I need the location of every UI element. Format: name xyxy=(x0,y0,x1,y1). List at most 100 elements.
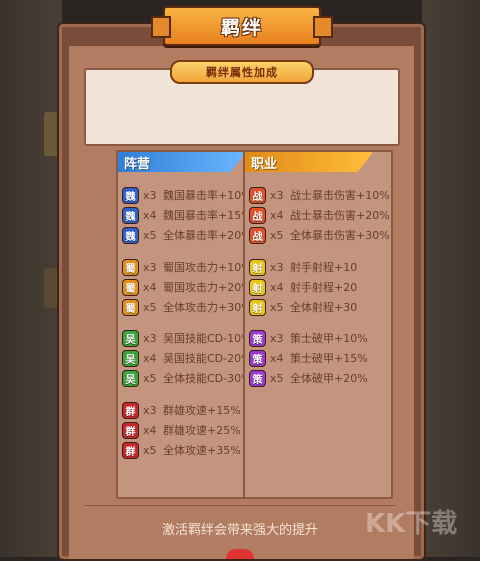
faction-bond-row: 蜀 x4 蜀国攻击力+20% xyxy=(122,277,252,297)
class-badge-icon: 策 xyxy=(249,369,266,387)
bond-bonus-label: 羁绊属性加成 xyxy=(206,66,278,79)
faction-group: 蜀 x3 蜀国攻击力+10% 蜀 x4 蜀国攻击力+20% 蜀 x5 全体攻击力+30% xyxy=(122,257,252,317)
faction-badge-icon: 吴 xyxy=(122,369,139,387)
bond-count: x3 xyxy=(270,188,284,202)
bond-count: x5 xyxy=(143,300,157,314)
class-group: 战 x3 战士暴击伤害+10% 战 x4 战士暴击伤害+20% 战 x5 全体暴击伤害+30% xyxy=(249,185,390,245)
faction-badge-icon: 群 xyxy=(122,401,139,419)
class-bond-row: 战 x5 全体暴击伤害+30% xyxy=(249,225,390,245)
bond-count: x5 xyxy=(270,300,284,314)
faction-bond-row: 蜀 x3 蜀国攻击力+10% xyxy=(122,257,252,277)
class-bond-row: 策 x5 全体破甲+20% xyxy=(249,368,368,388)
faction-badge-icon: 魏 xyxy=(122,226,139,244)
faction-badge-icon: 蜀 xyxy=(122,278,139,296)
faction-bond-row: 吴 x4 吴国技能CD-20% xyxy=(122,348,252,368)
bond-effect: 全体射程+30 xyxy=(290,301,358,314)
class-badge-icon: 战 xyxy=(249,206,266,224)
class-bond-row: 战 x4 战士暴击伤害+20% xyxy=(249,205,390,225)
bond-effect: 策士破甲+10% xyxy=(290,332,368,345)
faction-badge-icon: 蜀 xyxy=(122,258,139,276)
bond-count: x5 xyxy=(143,228,157,242)
faction-bond-row: 魏 x3 魏国暴击率+10% xyxy=(122,185,252,205)
bond-effect: 蜀国攻击力+20% xyxy=(163,281,252,294)
bond-effect: 战士暴击伤害+10% xyxy=(290,189,390,202)
bond-effect: 蜀国攻击力+10% xyxy=(163,261,252,274)
faction-bond-row: 魏 x5 全体暴击率+20% xyxy=(122,225,252,245)
faction-bond-row: 群 x4 群雄攻速+25% xyxy=(122,420,241,440)
class-bond-row: 射 x3 射手射程+10 xyxy=(249,257,357,277)
faction-badge-icon: 魏 xyxy=(122,206,139,224)
title-banner: 羁绊 xyxy=(151,6,333,46)
class-badge-icon: 射 xyxy=(249,258,266,276)
faction-bond-row: 蜀 x5 全体攻击力+30% xyxy=(122,297,252,317)
bond-effect: 全体技能CD-30% xyxy=(163,372,252,385)
bond-count: x4 xyxy=(143,423,157,437)
bond-effect: 全体攻击力+30% xyxy=(163,301,252,314)
class-badge-icon: 射 xyxy=(249,298,266,316)
footer: 激活羁绊会带来强大的提升 xyxy=(84,508,396,548)
faction-bond-row: 吴 x5 全体技能CD-30% xyxy=(122,368,252,388)
bond-count: x3 xyxy=(270,260,284,274)
class-bond-row: 射 x5 全体射程+30 xyxy=(249,297,357,317)
bond-count: x4 xyxy=(270,351,284,365)
bond-effect: 全体破甲+20% xyxy=(290,372,368,385)
bond-count: x3 xyxy=(143,260,157,274)
bond-count: x5 xyxy=(270,228,284,242)
faction-group: 魏 x3 魏国暴击率+10% 魏 x4 魏国暴击率+15% 魏 x5 全体暴击率+20% xyxy=(122,185,252,245)
bond-effect: 全体攻速+35% xyxy=(163,444,241,457)
faction-group: 吴 x3 吴国技能CD-10% 吴 x4 吴国技能CD-20% 吴 x5 全体技能CD-30% xyxy=(122,328,252,388)
bond-effect: 魏国暴击率+10% xyxy=(163,189,252,202)
faction-badge-icon: 蜀 xyxy=(122,298,139,316)
bond-count: x4 xyxy=(143,280,157,294)
class-bond-row: 战 x3 战士暴击伤害+10% xyxy=(249,185,390,205)
faction-badge-icon: 群 xyxy=(122,421,139,439)
bond-count: x4 xyxy=(143,208,157,222)
bond-effect: 吴国技能CD-10% xyxy=(163,332,252,345)
bond-effect: 吴国技能CD-20% xyxy=(163,352,252,365)
faction-bond-row: 吴 x3 吴国技能CD-10% xyxy=(122,328,252,348)
faction-bond-row: 群 x5 全体攻速+35% xyxy=(122,440,241,460)
watermark: KK下载 xyxy=(365,509,458,539)
class-group: 射 x3 射手射程+10 射 x4 射手射程+20 射 x5 全体射程+30 xyxy=(249,257,357,317)
bond-count: x3 xyxy=(143,403,157,417)
bond-effect: 全体暴击率+20% xyxy=(163,229,252,242)
class-bond-row: 策 x4 策士破甲+15% xyxy=(249,348,368,368)
faction-panel-title: 阵营 xyxy=(124,156,151,172)
bond-count: x5 xyxy=(143,371,157,385)
bond-count: x5 xyxy=(143,443,157,457)
bond-effect: 魏国暴击率+15% xyxy=(163,209,252,222)
class-badge-icon: 战 xyxy=(249,186,266,204)
faction-bond-row: 群 x3 群雄攻速+15% xyxy=(122,400,241,420)
bond-count: x4 xyxy=(143,351,157,365)
class-badge-icon: 策 xyxy=(249,329,266,347)
bond-count: x3 xyxy=(143,331,157,345)
class-panel-title: 职业 xyxy=(251,156,278,172)
class-badge-icon: 策 xyxy=(249,349,266,367)
class-bond-row: 射 x4 射手射程+20 xyxy=(249,277,357,297)
bond-effect: 射手射程+10 xyxy=(290,261,358,274)
class-group: 策 x3 策士破甲+10% 策 x4 策士破甲+15% 策 x5 全体破甲+20% xyxy=(249,328,368,388)
faction-badge-icon: 吴 xyxy=(122,349,139,367)
bottom-close-button[interactable] xyxy=(226,549,254,559)
bond-count: x3 xyxy=(270,331,284,345)
bond-count: x4 xyxy=(270,280,284,294)
background-right xyxy=(422,0,480,557)
class-bond-row: 策 x3 策士破甲+10% xyxy=(249,328,368,348)
bond-effect: 战士暴击伤害+20% xyxy=(290,209,390,222)
page-title: 羁绊 xyxy=(220,16,263,39)
bond-effect: 全体暴击伤害+30% xyxy=(290,229,390,242)
bond-count: x4 xyxy=(270,208,284,222)
bond-count: x5 xyxy=(270,371,284,385)
bond-effect: 射手射程+20 xyxy=(290,281,358,294)
bond-bonus-tag: 羁绊属性加成 xyxy=(170,60,314,84)
faction-badge-icon: 魏 xyxy=(122,186,139,204)
faction-panel-header: 阵营 xyxy=(118,152,246,172)
faction-badge-icon: 吴 xyxy=(122,329,139,347)
faction-bond-row: 魏 x4 魏国暴击率+15% xyxy=(122,205,252,225)
bond-effect: 群雄攻速+25% xyxy=(163,424,241,437)
class-panel: 职业 战 x3 战士暴击伤害+10% 战 x4 战士暴击伤害+20% 战 x5 全体暴击伤害+3… xyxy=(243,150,393,499)
class-panel-header: 职业 xyxy=(245,152,373,172)
class-badge-icon: 射 xyxy=(249,278,266,296)
faction-badge-icon: 群 xyxy=(122,441,139,459)
bond-count: x3 xyxy=(143,188,157,202)
